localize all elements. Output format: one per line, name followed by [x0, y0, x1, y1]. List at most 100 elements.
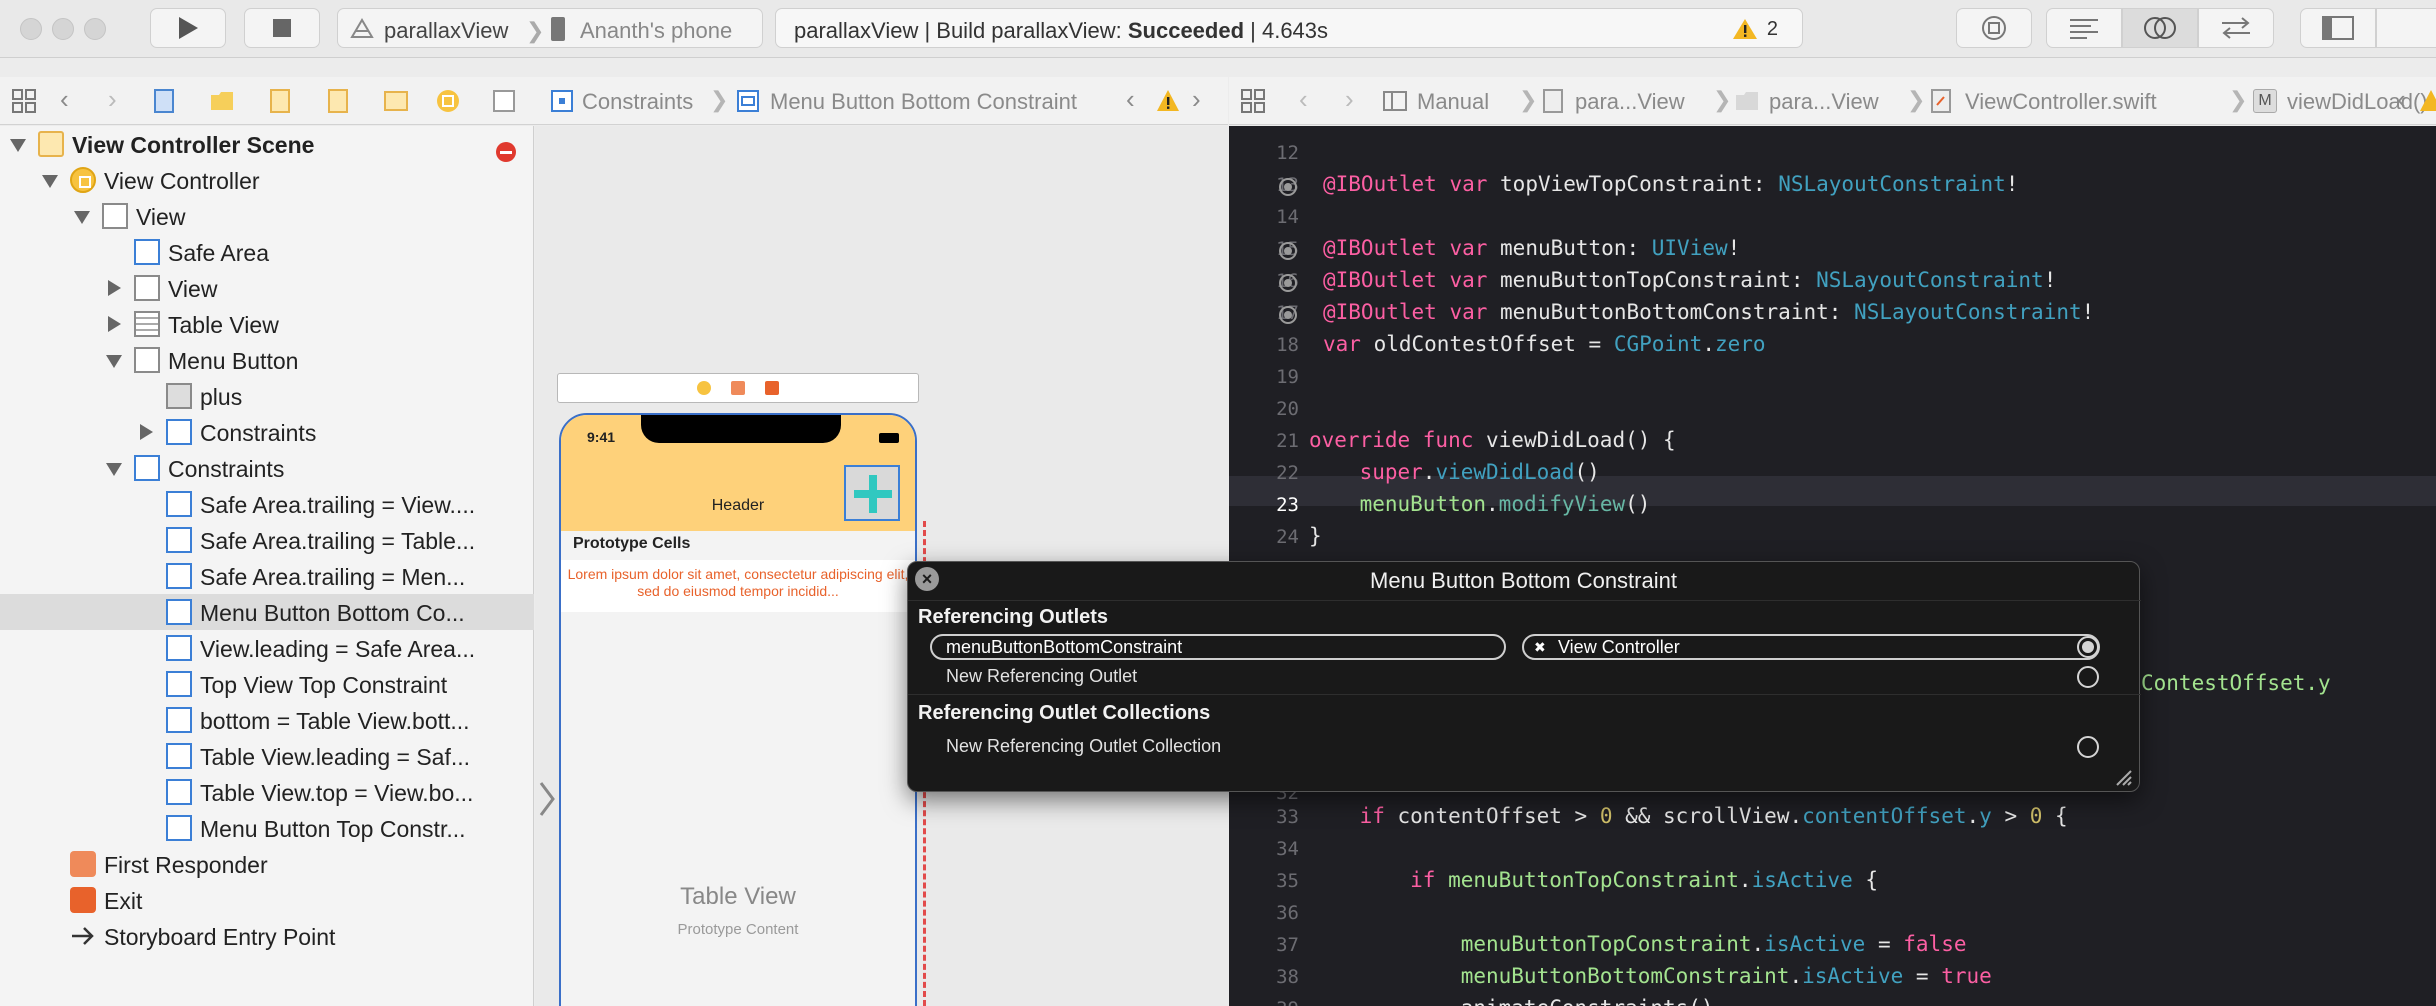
view-controller-icon[interactable]	[436, 89, 460, 113]
group-folder-icon[interactable]	[1735, 89, 1759, 113]
project-file-icon[interactable]	[1541, 89, 1565, 113]
back-chevron-icon[interactable]: ‹	[60, 84, 69, 115]
new-outlet-circle[interactable]	[2077, 666, 2099, 688]
close-window-button[interactable]	[20, 18, 42, 40]
back-chevron-icon-right[interactable]: ‹	[1299, 84, 1308, 115]
outline-item[interactable]: plus	[0, 378, 534, 414]
outline-item[interactable]: Exit	[0, 882, 534, 918]
disclosure-expanded-icon[interactable]	[106, 355, 122, 368]
outline-item[interactable]: Constraints	[0, 414, 534, 450]
disclosure-expanded-icon[interactable]	[106, 463, 122, 476]
outline-item[interactable]: View	[0, 198, 534, 234]
outlet-target-pill[interactable]: ✖ View Controller	[1522, 634, 2100, 660]
next-issue-chevron-icon[interactable]: ›	[1192, 84, 1201, 115]
code-line[interactable]: var oldContestOffset = CGPoint.zero	[1323, 332, 1766, 356]
outline-item[interactable]: Menu Button Bottom Co...	[0, 594, 534, 630]
related-items-icon[interactable]	[12, 89, 36, 113]
swift-file-icon[interactable]	[1929, 89, 1953, 113]
issue-warning-icon[interactable]	[1156, 89, 1180, 113]
forward-chevron-icon-right[interactable]: ›	[1345, 84, 1354, 115]
outline-item[interactable]: View Controller Scene	[0, 126, 534, 162]
outlet-connected-circle[interactable]	[2077, 636, 2099, 658]
scene-error-icon[interactable]	[496, 142, 516, 162]
code-line[interactable]: }	[1309, 524, 1322, 548]
resize-grip-icon[interactable]	[2115, 769, 2133, 787]
outline-item[interactable]: First Responder	[0, 846, 534, 882]
code-line[interactable]: if menuButtonTopConstraint.isActive {	[1309, 868, 1878, 892]
outline-item[interactable]: View	[0, 270, 534, 306]
zoom-window-button[interactable]	[84, 18, 106, 40]
version-editor-button[interactable]	[2198, 8, 2274, 48]
outline-item[interactable]: Top View Top Constraint	[0, 666, 534, 702]
code-line[interactable]: menuButton.modifyView()	[1309, 492, 1651, 516]
code-line[interactable]: @IBOutlet var menuButtonBottomConstraint…	[1323, 300, 2094, 324]
warning-icon[interactable]	[1732, 18, 1758, 40]
code-line[interactable]: @IBOutlet var menuButton: UIView!	[1323, 236, 1740, 260]
outline-item[interactable]: Menu Button Top Constr...	[0, 810, 534, 846]
scene-dock[interactable]	[557, 373, 919, 403]
library-button[interactable]	[1956, 8, 2032, 48]
code-line[interactable]: override func viewDidLoad() {	[1309, 428, 1676, 452]
related-items-icon-right[interactable]	[1241, 89, 1265, 113]
dock-view-controller-icon[interactable]	[696, 380, 712, 396]
scheme-selector[interactable]: parallaxView ❯ Ananth's phone	[337, 8, 763, 48]
connections-popover[interactable]: × Menu Button Bottom Constraint Referenc…	[907, 561, 2141, 792]
outlet-connection-icon[interactable]	[1279, 306, 1297, 324]
scene-icon[interactable]	[384, 89, 408, 113]
run-button[interactable]	[150, 8, 226, 48]
manual-icon[interactable]	[1383, 89, 1407, 113]
outline-item[interactable]: Table View.top = View.bo...	[0, 774, 534, 810]
dock-first-responder-icon[interactable]	[730, 380, 746, 396]
header-view[interactable]: 9:41 Header	[561, 415, 915, 531]
jump-constraints[interactable]: Constraints	[582, 89, 693, 115]
storyboard-file-icon-2[interactable]	[326, 89, 350, 113]
prev-issue-chevron-icon[interactable]: ‹	[1126, 84, 1135, 115]
disclosure-expanded-icon[interactable]	[42, 175, 58, 188]
prev-issue-chevron-icon-right[interactable]: ‹	[2397, 84, 2406, 115]
navigator-toggle-button[interactable]	[2300, 8, 2376, 48]
jump-method[interactable]: viewDidLoad()	[2287, 89, 2428, 115]
disclosure-collapsed-icon[interactable]	[140, 424, 153, 440]
storyboard-file-icon[interactable]	[268, 89, 292, 113]
jump-file[interactable]: ViewController.swift	[1965, 89, 2157, 115]
jump-manual[interactable]: Manual	[1417, 89, 1489, 115]
assistant-editor-button[interactable]	[2122, 8, 2198, 48]
outline-item[interactable]: Menu Button	[0, 342, 534, 378]
disclosure-collapsed-icon[interactable]	[108, 280, 121, 296]
outline-item[interactable]: Safe Area	[0, 234, 534, 270]
jump-group[interactable]: para...View	[1769, 89, 1879, 115]
outlet-connection-icon[interactable]	[1279, 242, 1297, 260]
outline-item[interactable]: Safe Area.trailing = View....	[0, 486, 534, 522]
outline-item[interactable]: Table View.leading = Saf...	[0, 738, 534, 774]
method-badge-icon[interactable]: M	[2253, 89, 2277, 113]
view-icon[interactable]	[492, 89, 516, 113]
outline-item[interactable]: View.leading = Safe Area...	[0, 630, 534, 666]
outlet-connection-pill[interactable]: menuButtonBottomConstraint	[930, 634, 1506, 660]
disclosure-expanded-icon[interactable]	[74, 211, 90, 224]
menu-button-view[interactable]	[844, 465, 900, 521]
outline-item[interactable]: bottom = Table View.bott...	[0, 702, 534, 738]
prototype-cell[interactable]: Lorem ipsum dolor sit amet, consectetur …	[561, 560, 915, 612]
outline-item[interactable]: Safe Area.trailing = Table...	[0, 522, 534, 558]
disclosure-expanded-icon[interactable]	[10, 139, 26, 152]
entry-point-arrow-icon[interactable]	[537, 781, 557, 817]
issue-warning-icon-right[interactable]	[2419, 89, 2436, 113]
debug-toggle-button[interactable]	[2376, 8, 2436, 48]
outline-item[interactable]: Safe Area.trailing = Men...	[0, 558, 534, 594]
constraints-icon[interactable]	[550, 89, 574, 113]
folder-icon[interactable]	[210, 89, 234, 113]
code-line[interactable]: if contentOffset > 0 && scrollView.conte…	[1309, 804, 2068, 828]
outline-item[interactable]: Storyboard Entry Point	[0, 918, 534, 954]
code-line[interactable]: animateConstraints()	[1309, 996, 1714, 1006]
outline-item[interactable]: Constraints	[0, 450, 534, 486]
code-line[interactable]: menuButtonBottomConstraint.isActive = tr…	[1309, 964, 1992, 988]
dock-exit-icon[interactable]	[764, 380, 780, 396]
minimize-window-button[interactable]	[52, 18, 74, 40]
code-line[interactable]: @IBOutlet var menuButtonTopConstraint: N…	[1323, 268, 2056, 292]
iphone-frame[interactable]: 9:41 Header Prototype Cells Lorem ipsum …	[559, 413, 917, 1006]
disclosure-collapsed-icon[interactable]	[108, 316, 121, 332]
code-line[interactable]: @IBOutlet var topViewTopConstraint: NSLa…	[1323, 172, 2018, 196]
constraint-icon[interactable]	[736, 89, 760, 113]
code-line[interactable]: super.viewDidLoad()	[1309, 460, 1600, 484]
project-icon[interactable]	[152, 89, 176, 113]
